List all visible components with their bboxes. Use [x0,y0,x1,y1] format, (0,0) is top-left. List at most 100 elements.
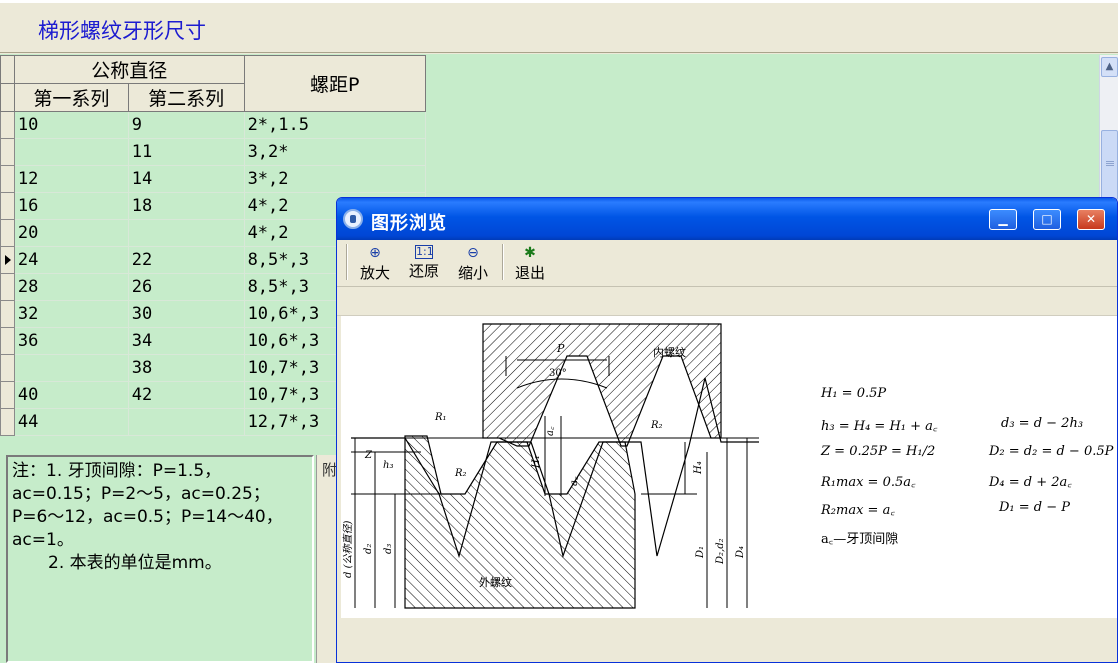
restore-button[interactable]: 1:1 还原 [404,245,444,283]
zoom-out-button[interactable]: ⊖ 缩小 [453,245,493,283]
thread-profile-diagram: P 30° 内螺纹 外螺纹 R₁ R₂ R₂ Z h₃ H₁ a꜀ a꜀ H₄ … [342,323,759,609]
label-d: d (公称直径) [342,521,354,578]
note-line-1: 注：1. 牙顶间隙：P=1.5， [12,461,222,481]
exit-label: 退出 [514,264,545,282]
header-series-2[interactable]: 第二系列 [127,83,245,112]
cell-series-2[interactable]: 9 [127,111,245,139]
formula-10: a꜀—牙顶间隙 [821,532,899,547]
table-row[interactable]: 11 3,2* [0,138,426,166]
cell-series-2[interactable]: 18 [127,192,245,220]
formula-4: Z = 0.25P = H₁/2 [821,444,936,459]
cell-series-1[interactable]: 28 [13,273,129,301]
page-title: 梯形螺纹牙形尺寸 [38,19,206,43]
label-d2: d₂ [363,544,374,554]
formula-5: D₂ = d₂ = d − 0.5P [989,444,1114,459]
label-r2-right: R₂ [650,420,663,431]
zoom-out-icon: ⊖ [467,245,479,261]
label-ac-mid: a꜀ [569,476,580,486]
cell-pitch[interactable]: 3,2* [243,138,426,166]
internal-thread-region [482,323,722,447]
label-r1: R₁ [434,412,447,423]
cell-series-2[interactable]: 38 [127,354,245,382]
label-h4: H₄ [693,461,704,475]
cell-series-1[interactable]: 24 [13,246,129,274]
image-viewer-dialog[interactable]: 图形浏览 ▁ □ ✕ ⊕ 放大 1:1 还原 ⊖ 缩小 ✱ 退出 P 30° 内… [336,197,1118,663]
cell-series-1[interactable]: 36 [13,327,129,355]
row-selector[interactable] [0,381,15,409]
label-D1: D₁ [695,546,706,559]
row-selector[interactable] [0,111,15,139]
cell-series-1[interactable]: 32 [13,300,129,328]
cell-series-1[interactable]: 20 [13,219,129,247]
cell-series-1[interactable]: 10 [13,111,129,139]
restore-icon: 1:1 [415,245,434,259]
toolbar-separator-2 [502,244,504,280]
row-selector[interactable] [0,192,15,220]
zoom-out-label: 缩小 [457,264,488,282]
cell-pitch[interactable]: 2*,1.5 [243,111,426,139]
cell-pitch[interactable]: 3*,2 [243,165,426,193]
row-selector[interactable] [0,219,15,247]
row-selector[interactable] [0,138,15,166]
formula-8: R₂max = a꜀ [821,503,895,518]
note-line-3: P=6～12，ac=0.5；P=14～40， [12,507,283,527]
dialog-bottom-band [337,618,1117,662]
cell-series-1[interactable]: 40 [13,381,129,409]
note-textbox[interactable]: 注：1. 牙顶间隙：P=1.5， ac=0.15；P=2～5，ac=0.25； … [6,455,314,663]
grip-icon [1106,161,1114,162]
figure-canvas: P 30° 内螺纹 外螺纹 R₁ R₂ R₂ Z h₃ H₁ a꜀ a꜀ H₄ … [341,316,1117,618]
cell-series-2[interactable]: 26 [127,273,245,301]
grid-scrollbar[interactable]: ▲ [1099,55,1118,205]
header-series-1[interactable]: 第一系列 [13,83,129,112]
label-ac-top: a꜀ [545,426,556,436]
note-line-5: 2. 本表的单位是mm。 [48,553,222,573]
minimize-button[interactable]: ▁ [989,209,1017,230]
dialog-title: 图形浏览 [371,213,447,234]
scroll-up-button[interactable]: ▲ [1101,57,1118,77]
label-d3: d₃ [383,544,394,554]
row-selector[interactable] [0,354,15,382]
cell-series-1[interactable]: 12 [13,165,129,193]
formula-7: D₄ = d + 2a꜀ [989,475,1072,490]
header-pitch[interactable]: 螺距P [243,55,426,112]
table-row[interactable]: 10 9 2*,1.5 [0,111,426,139]
cell-series-1[interactable] [13,354,129,382]
label-angle: 30° [549,368,567,379]
cell-series-2[interactable]: 42 [127,381,245,409]
row-selector[interactable] [0,246,15,274]
cell-series-2[interactable]: 34 [127,327,245,355]
row-selector[interactable] [0,408,15,436]
dialog-titlebar[interactable]: 图形浏览 ▁ □ ✕ [337,198,1117,240]
label-internal-thread: 内螺纹 [653,345,686,359]
row-selector[interactable] [0,300,15,328]
header-nominal-diameter[interactable]: 公称直径 [13,55,245,84]
row-indicator-header [0,55,15,84]
external-thread-region [404,435,636,609]
cell-series-1[interactable]: 44 [13,408,129,436]
cell-series-2[interactable]: 14 [127,165,245,193]
exit-button[interactable]: ✱ 退出 [510,245,550,283]
cell-series-2[interactable]: 22 [127,246,245,274]
cell-series-2[interactable] [127,219,245,247]
cell-series-2[interactable]: 11 [127,138,245,166]
close-button[interactable]: ✕ [1077,209,1105,230]
table-row[interactable]: 12 14 3*,2 [0,165,426,193]
note-line-2: ac=0.15；P=2～5，ac=0.25； [12,484,270,504]
scroll-thumb[interactable] [1101,130,1118,200]
row-selector[interactable] [0,165,15,193]
label-D2d2: D₂,d₂ [715,538,726,565]
label-p: P [556,342,565,355]
label-h3: h₃ [383,460,393,471]
cell-series-1[interactable]: 16 [13,192,129,220]
dialog-status-strip [337,288,1117,316]
label-D4: D₄ [735,546,746,559]
zoom-in-button[interactable]: ⊕ 放大 [355,245,395,283]
row-selector[interactable] [0,327,15,355]
row-selector[interactable] [0,273,15,301]
cell-series-2[interactable]: 30 [127,300,245,328]
cell-series-2[interactable] [127,408,245,436]
formula-3: d₃ = d − 2h₃ [1001,416,1084,431]
attachment-label: 附 [322,461,338,479]
maximize-button[interactable]: □ [1033,209,1061,230]
cell-series-1[interactable] [13,138,129,166]
